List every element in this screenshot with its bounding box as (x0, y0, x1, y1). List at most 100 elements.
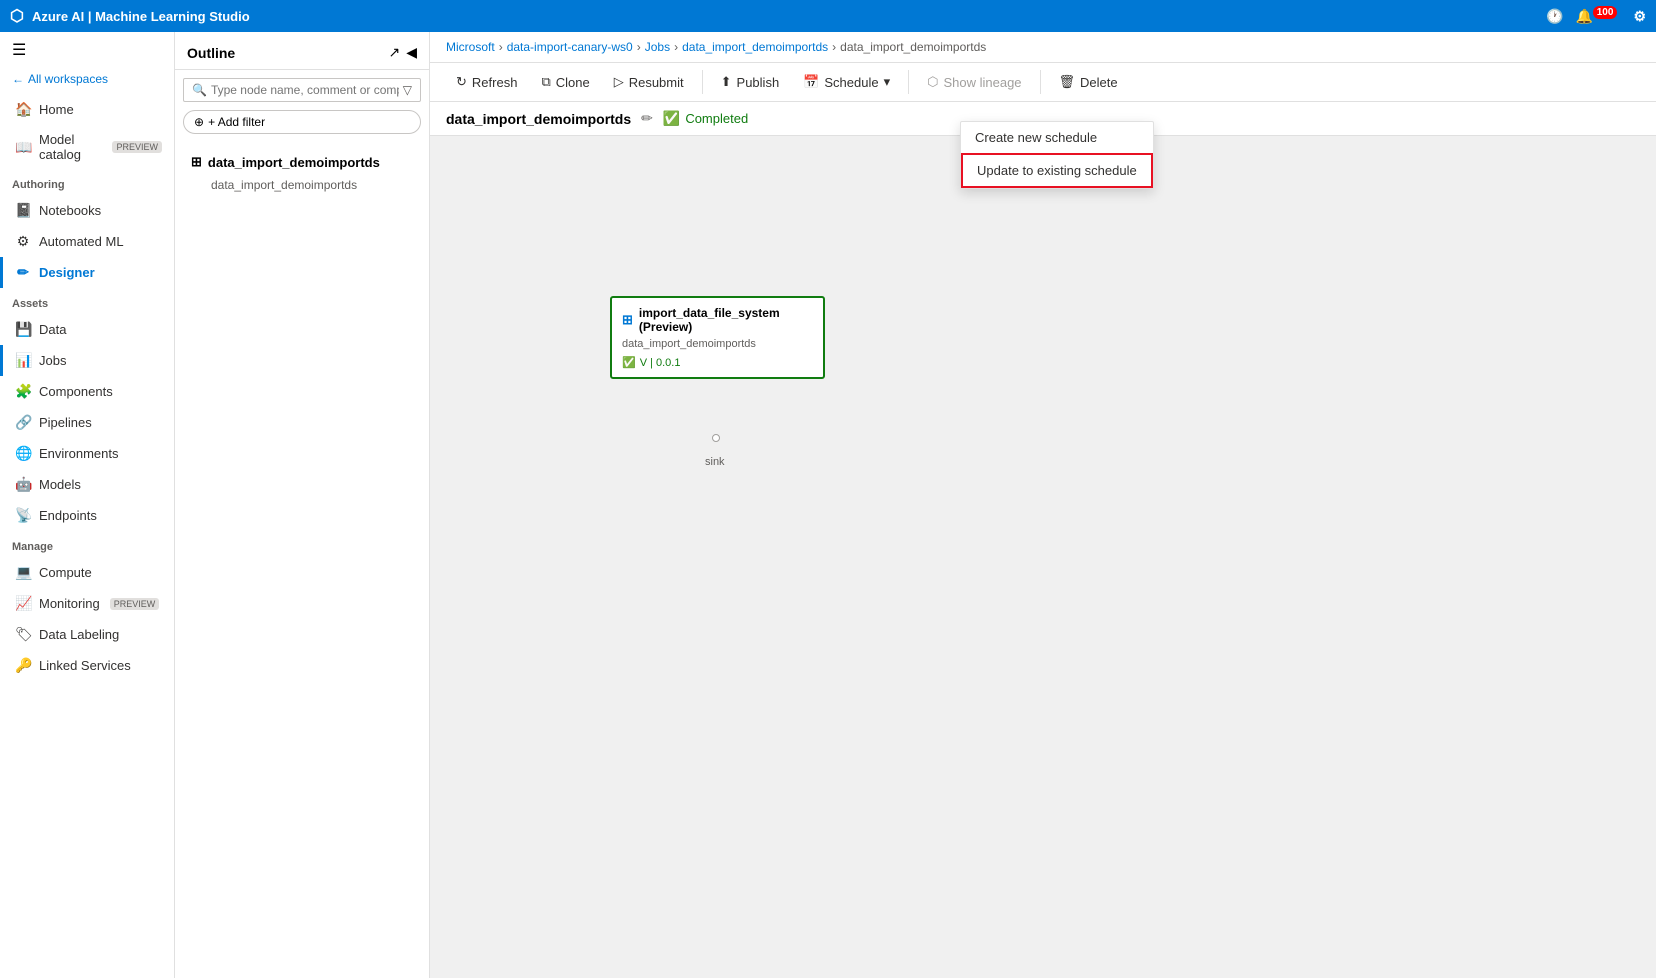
job-status: ✅ Completed (663, 110, 748, 127)
preview-badge: PREVIEW (112, 141, 162, 153)
sidebar-item-data[interactable]: 💾 Data (0, 314, 174, 345)
sidebar-item-jobs[interactable]: 📊 Jobs (0, 345, 174, 376)
outline-search[interactable]: 🔍 ▽ (183, 78, 421, 102)
data-labeling-icon: 🏷 (15, 626, 31, 643)
search-icon: 🔍 (192, 83, 207, 97)
job-name: data_import_demoimportds (446, 111, 631, 127)
tree-child-item[interactable]: data_import_demoimportds (183, 174, 421, 196)
models-icon: 🤖 (15, 476, 31, 493)
notification-area[interactable]: 🔔 100 (1576, 8, 1622, 25)
show-lineage-button[interactable]: ⬡ Show lineage (917, 69, 1031, 95)
schedule-dropdown: Create new schedule Update to existing s… (960, 121, 1154, 189)
canvas: ⊞ import_data_file_system (Preview) data… (430, 136, 1656, 978)
publish-button[interactable]: ⬆ Publish (711, 69, 790, 95)
sidebar-item-monitoring[interactable]: 📈 Monitoring PREVIEW (0, 588, 174, 619)
edit-icon[interactable]: ✏ (641, 110, 653, 127)
refresh-icon: ↻ (456, 74, 467, 90)
settings-icon[interactable]: ⚙ (1633, 8, 1646, 25)
clone-button[interactable]: ⧉ Clone (531, 69, 599, 95)
monitoring-preview-badge: PREVIEW (110, 598, 160, 610)
breadcrumb-current: data_import_demoimportds (840, 40, 986, 54)
add-filter-icon: ⊕ (194, 115, 204, 129)
breadcrumb-job-parent[interactable]: data_import_demoimportds (682, 40, 828, 54)
breadcrumb-jobs[interactable]: Jobs (645, 40, 670, 54)
lineage-icon: ⬡ (927, 74, 938, 90)
tree-parent-item[interactable]: ⊞ data_import_demoimportds (183, 150, 421, 174)
notebooks-icon: 📓 (15, 202, 31, 219)
data-icon: 💾 (15, 321, 31, 338)
jobs-icon: 📊 (15, 352, 31, 369)
outline-collapse-icon[interactable]: ◀ (406, 44, 417, 61)
sidebar-item-environments[interactable]: 🌐 Environments (0, 438, 174, 469)
breadcrumb-workspace[interactable]: data-import-canary-ws0 (507, 40, 633, 54)
delete-button[interactable]: 🗑 Delete (1049, 69, 1128, 95)
toolbar: ↻ Refresh ⧉ Clone ▷ Resubmit ⬆ Publish 📅… (430, 63, 1656, 102)
schedule-icon: 📅 (803, 74, 819, 90)
sidebar-item-designer[interactable]: ✏ Designer (0, 257, 174, 288)
top-bar: ⬡ Azure AI | Machine Learning Studio 🕐 🔔… (0, 0, 1656, 32)
schedule-button[interactable]: 📅 Schedule ▾ (793, 69, 900, 95)
home-icon: 🏠 (15, 101, 31, 118)
model-catalog-icon: 📖 (15, 139, 31, 156)
sidebar-item-models[interactable]: 🤖 Models (0, 469, 174, 500)
update-existing-schedule-item[interactable]: Update to existing schedule (961, 153, 1153, 188)
bell-icon[interactable]: 🔔 (1576, 8, 1593, 24)
clone-icon: ⧉ (541, 74, 550, 90)
node-connector (712, 434, 720, 442)
left-nav: ☰ ← All workspaces 🏠 Home 📖 Model catalo… (0, 32, 175, 978)
toolbar-divider-3 (1040, 70, 1041, 94)
sidebar-item-pipelines[interactable]: 🔗 Pipelines (0, 407, 174, 438)
create-new-schedule-item[interactable]: Create new schedule (961, 122, 1153, 153)
sidebar-item-components[interactable]: 🧩 Components (0, 376, 174, 407)
components-icon: 🧩 (15, 383, 31, 400)
status-check-icon: ✅ (663, 110, 680, 127)
sidebar-item-data-labeling[interactable]: 🏷 Data Labeling (0, 619, 174, 650)
all-workspaces-link[interactable]: ← All workspaces (0, 68, 174, 94)
app-title: Azure AI | Machine Learning Studio (32, 9, 1538, 24)
azure-logo: ⬡ (10, 6, 24, 26)
back-icon: ← (12, 72, 24, 86)
clock-icon[interactable]: 🕐 (1546, 8, 1563, 25)
app-layout: ☰ ← All workspaces 🏠 Home 📖 Model catalo… (0, 32, 1656, 978)
automated-ml-icon: ⚙ (15, 233, 31, 250)
outline-export-icon[interactable]: ↗ (388, 44, 400, 61)
outline-title: Outline (187, 45, 235, 61)
tree-parent-icon: ⊞ (191, 154, 202, 170)
main-content: Microsoft › data-import-canary-ws0 › Job… (430, 32, 1656, 978)
environments-icon: 🌐 (15, 445, 31, 462)
add-filter-button[interactable]: ⊕ + Add filter (183, 110, 421, 134)
filter-icon[interactable]: ▽ (403, 83, 412, 97)
linked-services-icon: 🔑 (15, 657, 31, 674)
breadcrumb-microsoft[interactable]: Microsoft (446, 40, 495, 54)
sidebar-item-endpoints[interactable]: 📡 Endpoints (0, 500, 174, 531)
refresh-button[interactable]: ↻ Refresh (446, 69, 527, 95)
authoring-section-label: Authoring (0, 169, 174, 195)
sidebar-item-notebooks[interactable]: 📓 Notebooks (0, 195, 174, 226)
node-status-icon: ✅ (622, 356, 636, 369)
node-card-subtitle: data_import_demoimportds (622, 338, 813, 350)
search-input[interactable] (211, 83, 399, 97)
sidebar-item-model-catalog[interactable]: 📖 Model catalog PREVIEW (0, 125, 174, 169)
outline-tree: ⊞ data_import_demoimportds data_import_d… (175, 142, 429, 204)
sidebar-item-automated-ml[interactable]: ⚙ Automated ML (0, 226, 174, 257)
notification-count: 100 (1593, 6, 1618, 19)
outline-panel: Outline ↗ ◀ 🔍 ▽ ⊕ + Add filter ⊞ data_im… (175, 32, 430, 978)
delete-icon: 🗑 (1059, 74, 1076, 90)
node-card-status: ✅ V | 0.0.1 (622, 356, 813, 369)
assets-section-label: Assets (0, 288, 174, 314)
sidebar-item-linked-services[interactable]: 🔑 Linked Services (0, 650, 174, 681)
publish-icon: ⬆ (721, 74, 732, 90)
node-card[interactable]: ⊞ import_data_file_system (Preview) data… (610, 296, 825, 379)
endpoints-icon: 📡 (15, 507, 31, 524)
node-icon: ⊞ (622, 312, 633, 328)
hamburger-button[interactable]: ☰ (0, 32, 174, 68)
compute-icon: 💻 (15, 564, 31, 581)
designer-icon: ✏ (15, 264, 31, 281)
toolbar-divider-2 (908, 70, 909, 94)
resubmit-icon: ▷ (614, 74, 624, 90)
resubmit-button[interactable]: ▷ Resubmit (604, 69, 694, 95)
sidebar-item-compute[interactable]: 💻 Compute (0, 557, 174, 588)
sidebar-item-home[interactable]: 🏠 Home (0, 94, 174, 125)
manage-section-label: Manage (0, 531, 174, 557)
node-card-header: ⊞ import_data_file_system (Preview) (622, 306, 813, 334)
